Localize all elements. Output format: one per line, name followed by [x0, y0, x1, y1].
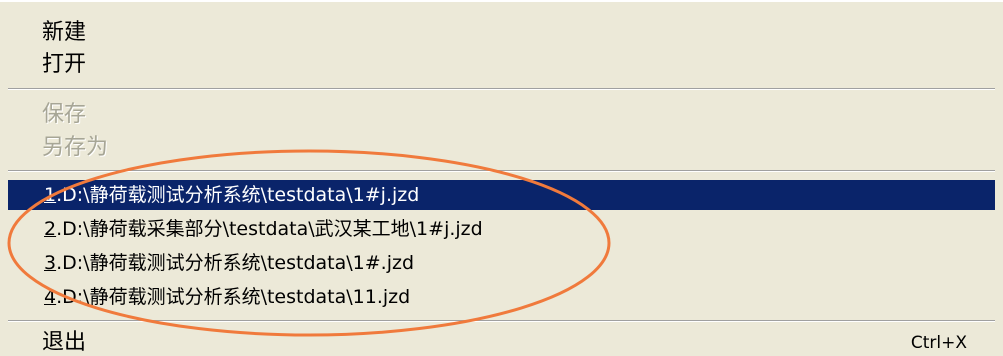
menu-item-open[interactable]: 打开: [8, 48, 995, 82]
recent-file-3[interactable]: 3.D:\静荷载测试分析系统\testdata\1#.jzd: [8, 248, 995, 278]
menu-item-save: 保存: [8, 98, 995, 132]
menu-item-open-label: 打开: [42, 52, 87, 77]
menu-separator: [8, 88, 995, 90]
recent-file-2-path: .D:\静荷载采集部分\testdata\武汉某工地\1#j.jzd: [56, 218, 483, 240]
menu-item-exit-shortcut: Ctrl+X: [910, 333, 967, 353]
file-menu: 新建 打开 保存 另存为 1.D:\静荷载测试分析系统\testdata\1#j…: [0, 0, 1003, 356]
menu-separator: [8, 170, 995, 172]
recent-file-1-path: .D:\静荷载测试分析系统\testdata\1#j.jzd: [56, 184, 420, 206]
menu-separator: [8, 320, 995, 322]
recent-file-1-number: 1: [44, 184, 57, 206]
recent-file-2[interactable]: 2.D:\静荷载采集部分\testdata\武汉某工地\1#j.jzd: [8, 214, 995, 244]
menu-item-exit[interactable]: 退出 Ctrl+X: [8, 326, 995, 356]
recent-file-4-path: .D:\静荷载测试分析系统\testdata\11.jzd: [56, 286, 411, 308]
menu-item-new[interactable]: 新建: [8, 16, 995, 50]
menu-item-save-as: 另存为: [8, 131, 995, 165]
menu-item-exit-label: 退出: [42, 330, 87, 355]
menu-item-save-as-label: 另存为: [42, 135, 109, 160]
menu-item-save-label: 保存: [42, 102, 87, 127]
menu-item-new-label: 新建: [42, 20, 87, 45]
recent-file-4-number: 4: [44, 286, 57, 308]
recent-file-2-number: 2: [44, 218, 57, 240]
recent-file-3-number: 3: [44, 252, 57, 274]
recent-file-1[interactable]: 1.D:\静荷载测试分析系统\testdata\1#j.jzd: [8, 180, 995, 210]
recent-file-3-path: .D:\静荷载测试分析系统\testdata\1#.jzd: [56, 252, 415, 274]
recent-file-4[interactable]: 4.D:\静荷载测试分析系统\testdata\11.jzd: [8, 282, 995, 312]
